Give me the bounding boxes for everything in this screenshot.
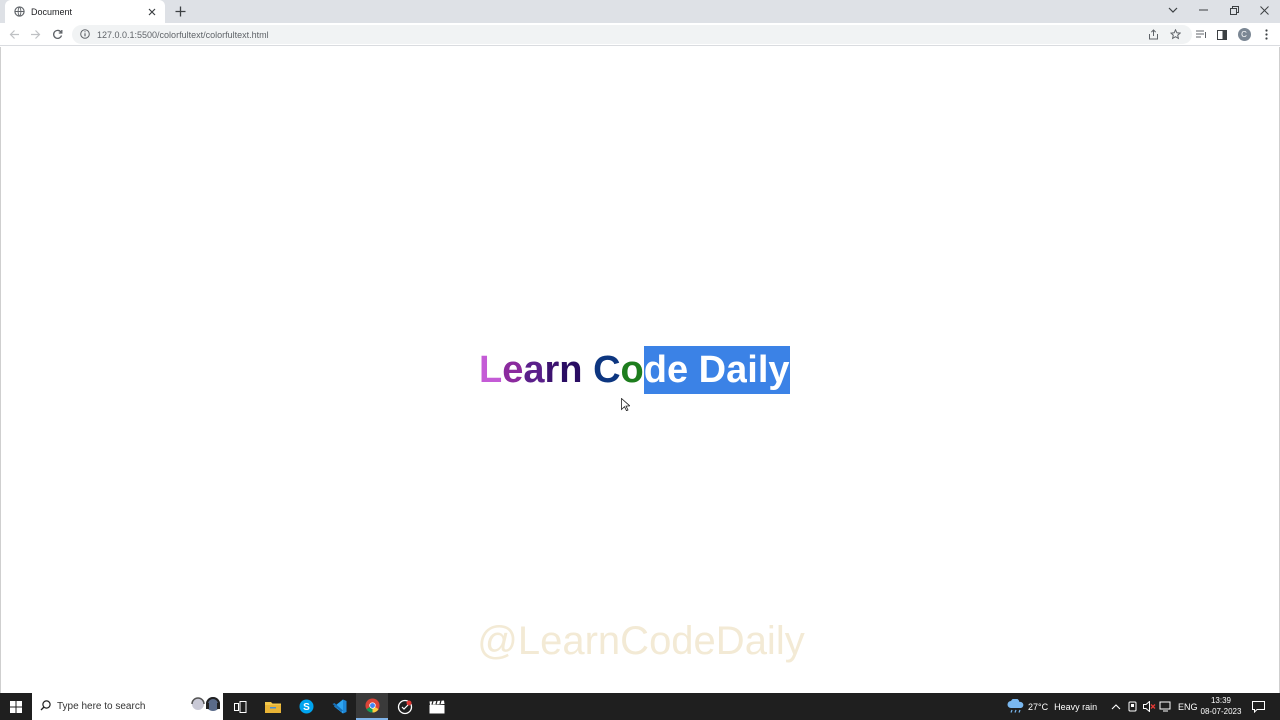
heading-letter bbox=[688, 346, 699, 394]
heading-letter: o bbox=[620, 349, 644, 391]
tab-strip: Document bbox=[0, 0, 1280, 23]
weather-widget[interactable]: 27°C Heavy rain bbox=[1007, 693, 1097, 720]
heading-letter: a bbox=[726, 346, 748, 394]
mouse-cursor-icon bbox=[621, 397, 631, 416]
back-arrow-icon[interactable] bbox=[6, 26, 23, 43]
clock-time: 13:39 bbox=[1210, 696, 1232, 705]
clapper-icon[interactable] bbox=[421, 693, 453, 720]
heading-letter: a bbox=[523, 349, 545, 391]
heading-letter bbox=[583, 346, 594, 394]
screen-recorder-icon[interactable] bbox=[389, 693, 421, 720]
heading-letter: i bbox=[747, 346, 758, 394]
profile-avatar[interactable]: C bbox=[1236, 26, 1252, 43]
colorful-heading: Learn Code Daily bbox=[479, 346, 790, 394]
watermark: @LearnCodeDaily bbox=[477, 619, 805, 663]
restore-icon[interactable] bbox=[1219, 0, 1249, 20]
language-indicator[interactable]: ENG bbox=[1178, 693, 1198, 720]
meet-now-icon[interactable] bbox=[1128, 693, 1140, 720]
taskbar-search-box[interactable]: Type here to search bbox=[32, 693, 223, 720]
clock[interactable]: 13:39 08-07-2023 bbox=[1197, 695, 1245, 717]
tab-close-icon[interactable] bbox=[145, 5, 159, 19]
weather-temp: 27°C bbox=[1028, 701, 1049, 712]
heading-letter: y bbox=[768, 346, 790, 394]
heading-letter: C bbox=[593, 349, 621, 391]
chrome-icon[interactable] bbox=[356, 693, 388, 720]
minimize-icon[interactable] bbox=[1188, 0, 1218, 20]
task-view-icon[interactable] bbox=[224, 693, 256, 720]
heading-letter: l bbox=[757, 346, 769, 394]
rain-cloud-icon bbox=[1007, 697, 1025, 715]
globe-icon bbox=[14, 6, 25, 17]
skype-icon[interactable]: S bbox=[290, 693, 322, 720]
search-placeholder: Type here to search bbox=[57, 701, 146, 712]
forward-arrow-icon[interactable] bbox=[27, 26, 44, 43]
clock-date: 08-07-2023 bbox=[1200, 707, 1242, 716]
search-icon bbox=[40, 698, 51, 716]
reading-list-icon[interactable] bbox=[1193, 26, 1209, 43]
reload-icon[interactable] bbox=[49, 26, 66, 43]
network-icon[interactable] bbox=[1159, 693, 1172, 720]
headset-icon[interactable] bbox=[189, 694, 223, 719]
heading-letter: d bbox=[643, 346, 667, 394]
heading-letter: n bbox=[559, 349, 583, 391]
side-panel-icon[interactable] bbox=[1214, 26, 1230, 43]
heading-letter: L bbox=[479, 349, 503, 391]
info-icon[interactable] bbox=[80, 26, 90, 44]
heading-letter: D bbox=[698, 346, 727, 394]
new-tab-button[interactable] bbox=[172, 3, 189, 20]
windows-taskbar: Type here to search S 27°C Heavy rain EN… bbox=[0, 693, 1280, 720]
volume-muted-icon[interactable] bbox=[1143, 693, 1156, 720]
browser-toolbar: 127.0.0.1:5500/colorfultext/colorfultext… bbox=[0, 23, 1280, 46]
page-viewport: Learn Code Daily @LearnCodeDaily bbox=[0, 47, 1280, 693]
heading-letter: e bbox=[666, 346, 689, 394]
weather-condition: Heavy rain bbox=[1054, 701, 1098, 712]
tab-search-icon[interactable] bbox=[1158, 0, 1188, 20]
svg-text:S: S bbox=[303, 702, 310, 713]
heading-letter: e bbox=[502, 349, 524, 391]
share-icon[interactable] bbox=[1145, 26, 1161, 43]
browser-tab[interactable]: Document bbox=[5, 0, 165, 23]
bookmark-star-icon[interactable] bbox=[1167, 26, 1183, 43]
url-text: 127.0.0.1:5500/colorfultext/colorfultext… bbox=[97, 29, 269, 40]
windows-start-icon[interactable] bbox=[0, 693, 32, 720]
show-hidden-icons[interactable] bbox=[1111, 693, 1121, 720]
close-window-icon[interactable] bbox=[1249, 0, 1279, 20]
tab-title: Document bbox=[31, 6, 73, 17]
heading-letter: r bbox=[544, 349, 560, 391]
address-bar[interactable]: 127.0.0.1:5500/colorfultext/colorfultext… bbox=[72, 25, 1192, 44]
notifications-icon[interactable] bbox=[1252, 693, 1265, 720]
file-explorer-icon[interactable] bbox=[257, 693, 289, 720]
more-menu-icon[interactable] bbox=[1258, 26, 1274, 43]
vscode-icon[interactable] bbox=[323, 693, 355, 720]
